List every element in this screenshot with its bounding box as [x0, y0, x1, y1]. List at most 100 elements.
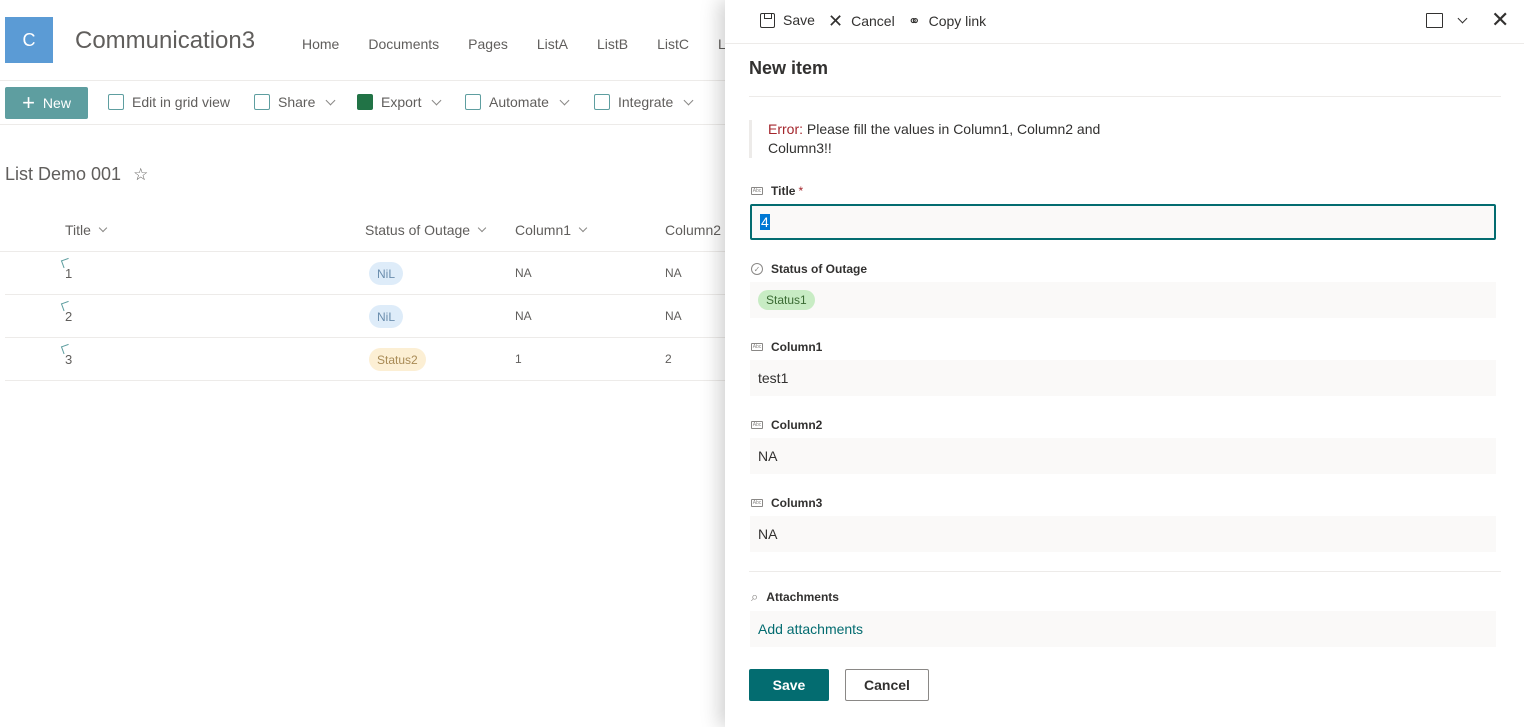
cancel-button[interactable]: Cancel: [845, 669, 929, 701]
column-header-title[interactable]: Title: [65, 222, 108, 238]
nav-item-home[interactable]: Home: [302, 36, 339, 52]
text-field-icon: Abc: [751, 421, 763, 429]
site-logo-letter: C: [22, 29, 36, 50]
share-button[interactable]: Share: [254, 94, 336, 110]
close-icon: ✕: [828, 11, 844, 31]
edit-form-icon[interactable]: [1426, 13, 1443, 28]
chevron-down-icon: [477, 223, 487, 233]
chevron-down-icon: [325, 95, 336, 105]
nav-item-lista[interactable]: ListA: [537, 36, 568, 52]
share-label: Share: [278, 94, 316, 110]
share-icon: [254, 94, 270, 110]
chevron-down-icon: [683, 95, 694, 105]
integrate-label: Integrate: [618, 94, 674, 110]
close-panel-icon[interactable]: ✕: [1491, 9, 1509, 31]
toolbar-save-button[interactable]: Save: [760, 12, 815, 28]
column-header-label: Title: [65, 222, 91, 238]
attachments-label-text: Attachments: [766, 590, 839, 604]
chevron-down-icon: [98, 223, 108, 233]
column3-input[interactable]: NA: [750, 516, 1496, 552]
row-column2: 2: [665, 352, 672, 366]
choice-field-icon: ✓: [751, 263, 763, 275]
status-field[interactable]: Status1: [750, 282, 1496, 318]
column2-field-label: Abc Column2: [751, 418, 822, 432]
status-pill: NiL: [369, 262, 404, 285]
row-column1: NA: [515, 309, 532, 323]
new-button-label: New: [42, 95, 71, 111]
text-field-icon: Abc: [751, 499, 763, 507]
chevron-down-icon: [559, 95, 570, 105]
row-column1: 1: [515, 352, 522, 366]
list-title-text: List Demo 001: [5, 164, 122, 184]
table-row[interactable]: 1 NiL NA NA: [5, 252, 725, 295]
column-header-label: Column2: [665, 222, 722, 238]
save-icon: [760, 12, 775, 28]
save-button-label: Save: [772, 677, 806, 693]
favorite-star-icon[interactable]: ☆: [133, 165, 148, 185]
automate-button[interactable]: Automate: [465, 94, 570, 110]
column-header-column1[interactable]: Column1: [515, 222, 588, 238]
chevron-down-icon: [578, 223, 588, 233]
title-input-value: 4: [760, 214, 770, 230]
panel-title: New item: [749, 58, 829, 78]
export-button[interactable]: Export: [357, 94, 442, 110]
column1-field-label: Abc Column1: [751, 340, 822, 354]
edit-grid-view-button[interactable]: Edit in grid view: [108, 94, 230, 110]
error-message: Error: Please fill the values in Column1…: [749, 120, 1109, 158]
integrate-button[interactable]: Integrate: [594, 94, 694, 110]
nav-item-listc[interactable]: ListC: [657, 36, 689, 52]
column1-label-text: Column1: [771, 340, 823, 354]
nav-item-listb[interactable]: ListB: [597, 36, 628, 52]
required-mark: *: [798, 184, 804, 198]
status-label-text: Status of Outage: [771, 262, 868, 276]
attachments-field-label: ⌕ Attachments: [751, 589, 839, 605]
site-navigation: Home Documents Pages ListA ListB ListC L…: [302, 36, 741, 52]
status-pill: Status2: [369, 348, 426, 371]
nav-item-documents[interactable]: Documents: [368, 36, 439, 52]
row-title[interactable]: 1: [65, 266, 72, 281]
add-attachments-link[interactable]: Add attachments: [750, 611, 1496, 647]
column-header-label: Status of Outage: [365, 222, 471, 238]
list-title: List Demo 001 ☆: [5, 164, 148, 185]
column2-label-text: Column2: [771, 418, 823, 432]
column-header-column2[interactable]: Column2: [665, 222, 721, 238]
grid-icon: [108, 94, 124, 110]
divider: [749, 96, 1501, 97]
toolbar-cancel-label: Cancel: [851, 13, 895, 29]
status-pill: Status1: [758, 290, 815, 310]
copy-link-button[interactable]: ⚭ Copy link: [908, 12, 986, 30]
column2-input[interactable]: NA: [750, 438, 1496, 474]
row-title[interactable]: 2: [65, 309, 72, 324]
link-icon: ⚭: [908, 13, 921, 30]
column1-value: test1: [758, 370, 789, 386]
integrate-icon: [594, 94, 610, 110]
site-title[interactable]: Communication3: [75, 27, 255, 55]
error-text: Please fill the values in Column1, Colum…: [768, 121, 1101, 156]
title-input[interactable]: 4: [750, 204, 1496, 240]
row-title[interactable]: 3: [65, 352, 72, 367]
table-row[interactable]: 3 Status2 1 2: [5, 338, 725, 381]
column-header-label: Column1: [515, 222, 572, 238]
column3-label-text: Column3: [771, 496, 823, 510]
text-field-icon: Abc: [751, 187, 763, 195]
column-header-status[interactable]: Status of Outage: [365, 222, 487, 238]
paperclip-icon: ⌕: [751, 589, 759, 604]
table-row[interactable]: 2 NiL NA NA: [5, 295, 725, 338]
new-button[interactable]: + New: [5, 87, 88, 119]
nav-item-pages[interactable]: Pages: [468, 36, 508, 52]
site-logo[interactable]: C: [5, 17, 53, 63]
automate-icon: [465, 94, 481, 110]
column1-input[interactable]: test1: [750, 360, 1496, 396]
title-field-label: Abc Title *: [751, 184, 803, 198]
column3-value: NA: [758, 526, 778, 542]
excel-icon: [357, 94, 373, 110]
column3-field-label: Abc Column3: [751, 496, 822, 510]
new-item-panel: Save ✕ Cancel ⚭ Copy link ✕ New item Err…: [725, 0, 1524, 727]
row-column1: NA: [515, 266, 532, 280]
divider: [749, 571, 1501, 572]
save-button[interactable]: Save: [749, 669, 829, 701]
list-header-row: Title Status of Outage Column1 Column2: [0, 210, 725, 252]
toolbar-cancel-button[interactable]: ✕ Cancel: [828, 12, 895, 30]
chevron-down-icon[interactable]: [1457, 13, 1468, 24]
copy-link-label: Copy link: [928, 13, 987, 29]
